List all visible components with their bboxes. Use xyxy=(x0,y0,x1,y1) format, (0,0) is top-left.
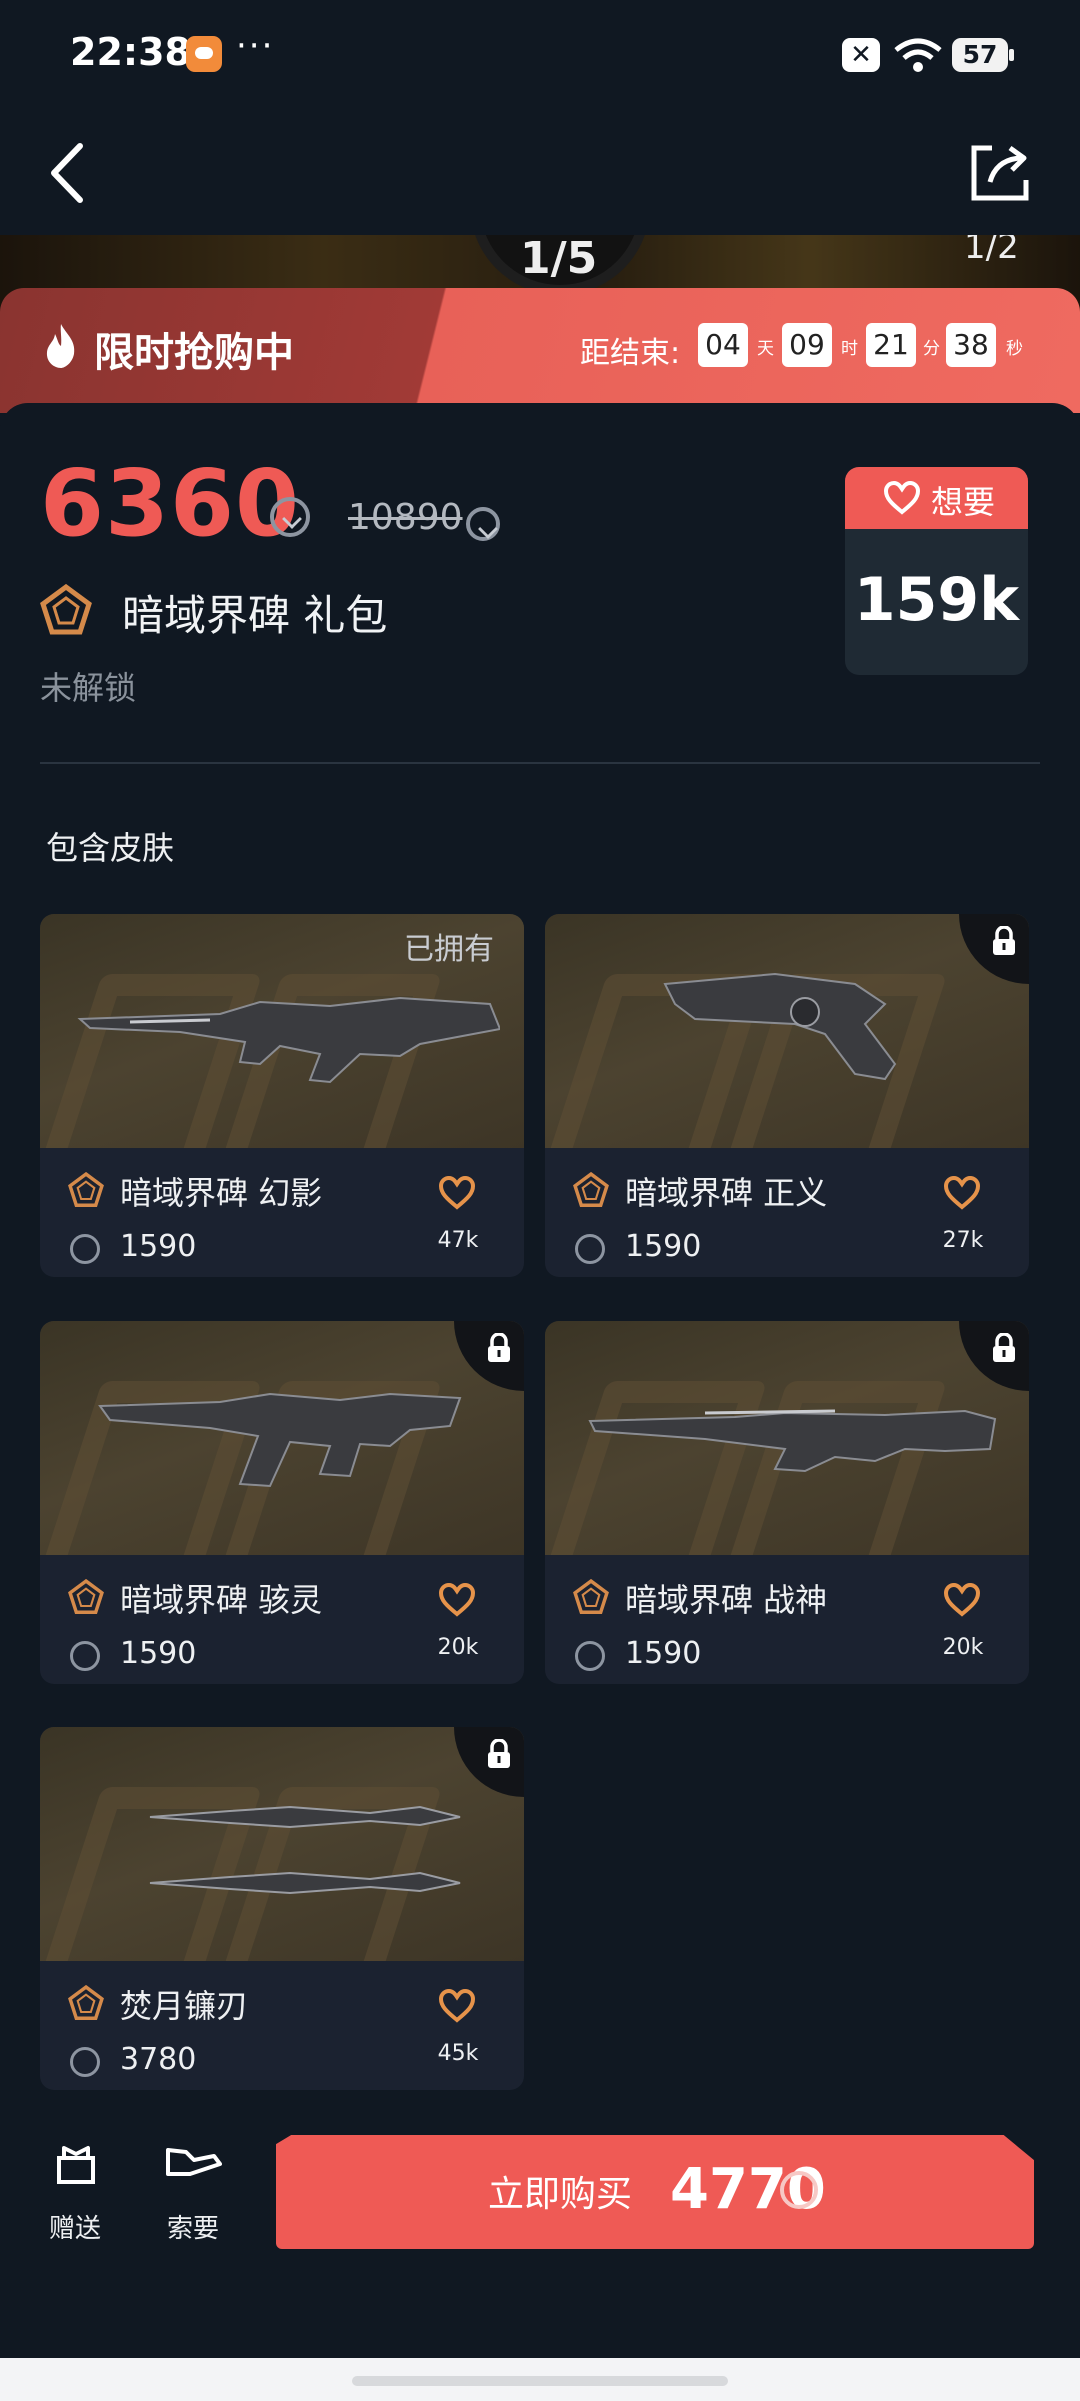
tier-pentagon-icon xyxy=(573,1172,609,1207)
more-notifications-icon: ··· xyxy=(236,26,275,66)
skin-price: 1590 xyxy=(120,1636,197,1671)
heart-icon[interactable] xyxy=(943,1176,981,1210)
valorant-points-icon xyxy=(70,1641,100,1671)
banner-page-indicator: 1/2 xyxy=(964,235,1019,267)
skin-likes: 27k xyxy=(942,1228,984,1253)
skin-price: 1590 xyxy=(625,1636,702,1671)
valorant-points-icon xyxy=(70,2047,100,2077)
buy-now-button[interactable]: 立即购买 4770 xyxy=(276,2135,1034,2249)
flash-sale-label: 限时抢购中 xyxy=(94,330,294,376)
valorant-points-icon-small xyxy=(466,507,500,541)
countdown-seconds: 38 xyxy=(946,323,996,367)
skin-image xyxy=(40,1321,524,1555)
skin-name: 焚月镰刃 xyxy=(120,1987,249,2025)
sniper-rifle-icon xyxy=(588,1409,997,1473)
want-count: 159k xyxy=(853,565,1020,635)
skin-image xyxy=(40,1727,524,1961)
home-indicator[interactable] xyxy=(352,2376,728,2386)
lock-icon xyxy=(488,1739,510,1768)
lock-icon xyxy=(993,1333,1015,1362)
valorant-points-icon xyxy=(575,1234,605,1264)
battery-icon: 57 xyxy=(952,38,1014,72)
bundle-original-price: 10890 xyxy=(348,497,463,538)
skin-name: 暗域界碑 战神 xyxy=(625,1581,828,1619)
skin-name: 暗域界碑 正义 xyxy=(625,1174,828,1212)
unlock-status: 未解锁 xyxy=(40,669,137,707)
skin-likes: 47k xyxy=(437,1228,479,1253)
flash-sale-bar: 限时抢购中 距结束: 04 天 09 时 21 分 38 秒 xyxy=(0,288,1080,413)
skin-image xyxy=(545,914,1029,1148)
gift-label: 赠送 xyxy=(48,2214,101,2244)
skin-name: 暗域界碑 幻影 xyxy=(120,1174,323,1212)
request-label: 索要 xyxy=(166,2214,219,2244)
skin-likes: 45k xyxy=(437,2041,479,2066)
skin-price: 3780 xyxy=(120,2042,197,2077)
bundle-price: 6360 xyxy=(40,450,301,557)
lock-icon xyxy=(993,926,1015,955)
heart-icon[interactable] xyxy=(438,1989,476,2023)
countdown-label: 距结束: xyxy=(580,336,681,371)
locked-badge xyxy=(959,914,1029,984)
skin-card[interactable]: 焚月镰刃 3780 45k xyxy=(40,1727,524,2090)
countdown-hours-unit: 时 xyxy=(841,339,858,359)
heart-icon[interactable] xyxy=(438,1583,476,1617)
skin-card[interactable]: 已拥有 暗域界碑 幻影 1590 47k xyxy=(40,914,524,1277)
skin-price: 1590 xyxy=(625,1229,702,1264)
tier-pentagon-icon xyxy=(68,1172,104,1207)
hand-icon xyxy=(166,2148,222,2176)
skin-card[interactable]: 暗域界碑 正义 1590 27k xyxy=(545,914,1029,1277)
countdown-minutes: 21 xyxy=(866,323,916,367)
want-button[interactable]: 想要 159k xyxy=(845,467,1028,675)
want-header: 想要 xyxy=(845,467,1028,529)
countdown-days: 04 xyxy=(698,323,748,367)
no-sim-icon: ✕ xyxy=(842,38,880,72)
smg-icon xyxy=(98,1392,462,1488)
melee-blade-icon xyxy=(149,1805,461,1895)
valorant-points-icon xyxy=(780,2171,818,2209)
gift-icon xyxy=(57,2146,95,2184)
flame-icon xyxy=(46,324,75,368)
tier-pentagon-icon xyxy=(68,1985,104,2020)
back-arrow-icon[interactable] xyxy=(40,138,100,208)
divider xyxy=(40,762,1040,764)
tier-pentagon-icon xyxy=(573,1579,609,1614)
valorant-points-icon xyxy=(575,1641,605,1671)
countdown-days-unit: 天 xyxy=(757,339,774,359)
wifi-icon xyxy=(894,38,942,72)
heart-icon[interactable] xyxy=(943,1583,981,1617)
valorant-points-icon xyxy=(70,1234,100,1264)
want-label: 想要 xyxy=(931,483,996,521)
banner-number: 1/5 xyxy=(520,235,598,284)
lock-icon xyxy=(488,1333,510,1362)
tier-pentagon-icon xyxy=(40,584,92,635)
countdown-minutes-unit: 分 xyxy=(923,339,940,359)
status-time: 22:38 xyxy=(70,30,191,74)
pistol-icon xyxy=(663,972,897,1081)
tier-pentagon-icon xyxy=(68,1579,104,1614)
heart-icon xyxy=(883,481,921,515)
heart-icon[interactable] xyxy=(438,1176,476,1210)
skin-image xyxy=(545,1321,1029,1555)
bundle-title: 暗域界碑 礼包 xyxy=(122,591,388,640)
skin-image: 已拥有 xyxy=(40,914,524,1148)
valorant-points-icon xyxy=(270,497,310,537)
skin-price: 1590 xyxy=(120,1229,197,1264)
countdown-seconds-unit: 秒 xyxy=(1006,339,1023,359)
section-title: 包含皮肤 xyxy=(46,829,175,867)
skin-likes: 20k xyxy=(437,1635,479,1660)
skin-name: 暗域界碑 骇灵 xyxy=(120,1581,323,1619)
chat-app-icon xyxy=(186,36,222,72)
buy-label: 立即购买 xyxy=(488,2174,633,2215)
rifle-icon xyxy=(77,996,500,1084)
owned-tag: 已拥有 xyxy=(404,932,494,967)
countdown-hours: 09 xyxy=(782,323,832,367)
skin-likes: 20k xyxy=(942,1635,984,1660)
share-icon[interactable] xyxy=(968,140,1032,204)
locked-badge xyxy=(959,1321,1029,1391)
skin-card[interactable]: 暗域界碑 战神 1590 20k xyxy=(545,1321,1029,1684)
skin-card[interactable]: 暗域界碑 骇灵 1590 20k xyxy=(40,1321,524,1684)
